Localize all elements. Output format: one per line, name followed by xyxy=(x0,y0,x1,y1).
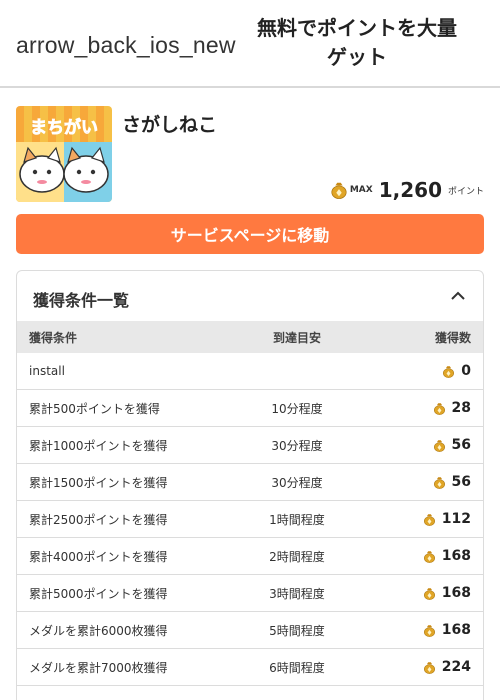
app-icon: まちがい xyxy=(16,106,112,202)
condition-cell: 累計1500ポイントを獲得 xyxy=(29,475,168,490)
condition-cell: 累計500ポイントを獲得 xyxy=(29,401,160,416)
column-header-condition: 獲得条件 xyxy=(29,330,78,345)
coin-bag-icon xyxy=(433,476,445,489)
coin-bag-icon xyxy=(423,587,435,600)
coin-bag-icon xyxy=(423,661,435,674)
points-value: 168 xyxy=(441,548,471,564)
estimate-cell: 30分程度 xyxy=(271,475,323,490)
estimate-cell: 2時間程度 xyxy=(269,549,325,564)
app-header: arrow_back_ios_new 無料でポイントを大量ゲット xyxy=(0,0,500,88)
conditions-title: 獲得条件一覧 xyxy=(33,291,130,310)
points-cell: 28 xyxy=(357,400,483,416)
table-row: 累計4000ポイントを獲得 2時間程度 168 xyxy=(17,538,483,575)
condition-cell: 累計1000ポイントを獲得 xyxy=(29,438,168,453)
condition-cell: メダルを累計6000枚獲得 xyxy=(29,623,168,638)
condition-cell: 累計5000ポイントを獲得 xyxy=(29,586,168,601)
conditions-panel-header[interactable]: 獲得条件一覧 xyxy=(17,271,483,321)
coin-bag-icon xyxy=(423,513,435,526)
table-row: メダルを累計7000枚獲得 6時間程度 224 xyxy=(17,649,483,686)
points-unit: ポイント xyxy=(447,186,484,197)
coin-bag-icon xyxy=(443,365,454,378)
conditions-table-body: install 0 累計500ポイントを獲得 10分程度 28 累計1000ポイントを獲得… xyxy=(17,353,483,686)
points-cell: 56 xyxy=(357,474,483,490)
points-value: 0 xyxy=(461,363,471,379)
table-row: メダルを累計6000枚獲得 5時間程度 168 xyxy=(17,612,483,649)
max-label: MAX xyxy=(349,185,373,195)
points-cell: 0 xyxy=(357,363,483,379)
points-value: 168 xyxy=(441,585,471,601)
points-cell: 112 xyxy=(357,511,483,527)
column-header-estimate: 到達目安 xyxy=(272,330,321,345)
estimate-cell: 10分程度 xyxy=(271,401,323,416)
condition-cell: install xyxy=(29,364,65,378)
coin-bag-icon xyxy=(433,402,445,415)
condition-cell: 累計4000ポイントを獲得 xyxy=(29,549,168,564)
max-points-value: 1,260 xyxy=(378,178,442,202)
table-row: 累計5000ポイントを獲得 3時間程度 168 xyxy=(17,575,483,612)
table-row: 累計2500ポイントを獲得 1時間程度 112 xyxy=(17,501,483,538)
column-header-points: 獲得数 xyxy=(434,330,471,345)
estimate-cell: 3時間程度 xyxy=(269,586,325,601)
condition-cell: 累計2500ポイントを獲得 xyxy=(29,512,168,527)
condition-cell: メダルを累計7000枚獲得 xyxy=(29,660,168,675)
points-value: 168 xyxy=(441,622,471,638)
points-cell: 224 xyxy=(357,659,483,675)
points-cell: 56 xyxy=(357,437,483,453)
points-value: 112 xyxy=(441,511,471,527)
estimate-cell: 1時間程度 xyxy=(269,512,325,527)
table-header: 獲得条件 到達目安 獲得数 xyxy=(17,321,483,353)
coin-bag-icon xyxy=(331,182,347,199)
table-row: 累計1000ポイントを獲得 30分程度 56 xyxy=(17,427,483,464)
app-icon-logo-text: まちがい xyxy=(30,117,98,138)
max-points: MAX 1,260 ポイント xyxy=(330,178,484,202)
coin-bag-icon xyxy=(423,550,435,563)
points-cell: 168 xyxy=(357,548,483,564)
coin-bag-icon xyxy=(423,624,435,637)
table-row: install 0 xyxy=(17,353,483,390)
app-name: さがしねこ xyxy=(122,114,218,136)
points-value: 56 xyxy=(451,474,471,490)
estimate-cell: 6時間程度 xyxy=(269,660,325,675)
points-value: 28 xyxy=(451,400,471,416)
conditions-panel: 獲得条件一覧 獲得条件 到達目安 獲得数 install 0 累計500ポイントを獲… xyxy=(16,270,484,700)
table-row: 累計500ポイントを獲得 10分程度 28 xyxy=(17,390,483,427)
page-title: 無料でポイントを大量ゲット xyxy=(257,16,457,69)
points-cell: 168 xyxy=(357,622,483,638)
coin-bag-icon xyxy=(433,439,445,452)
service-page-button[interactable]: サービスページに移動 xyxy=(16,214,484,254)
points-cell: 168 xyxy=(357,585,483,601)
back-button[interactable]: arrow_back_ios_new xyxy=(16,32,236,59)
chevron-up-icon[interactable] xyxy=(449,287,467,305)
points-value: 224 xyxy=(441,659,471,675)
estimate-cell: 5時間程度 xyxy=(269,623,325,638)
estimate-cell: 30分程度 xyxy=(271,438,323,453)
table-row: 累計1500ポイントを獲得 30分程度 56 xyxy=(17,464,483,501)
points-value: 56 xyxy=(451,437,471,453)
